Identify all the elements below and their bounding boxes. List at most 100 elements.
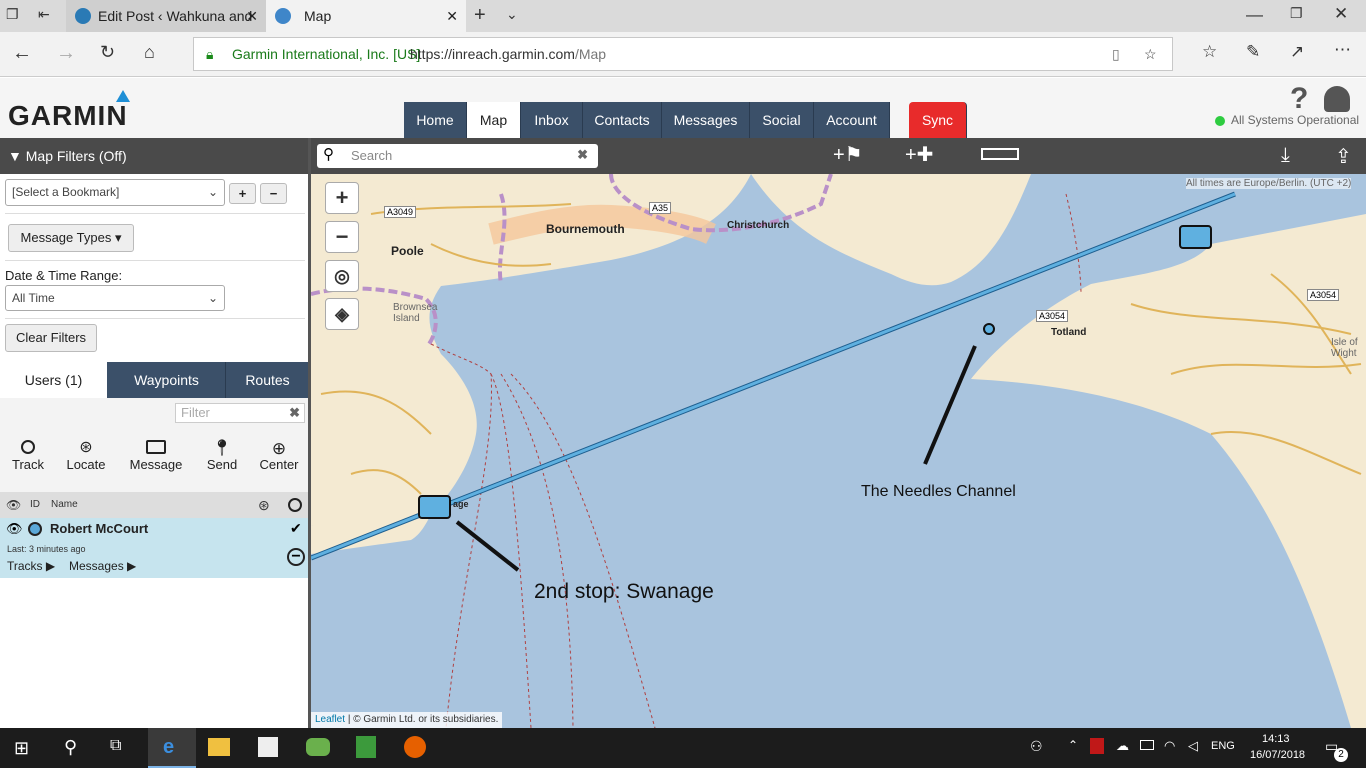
ruler-icon[interactable]	[981, 148, 1019, 160]
nav-inbox[interactable]: Inbox	[521, 102, 583, 138]
tab-map[interactable]: Map ✕	[266, 0, 466, 32]
message-types-label: Message Types	[20, 230, 112, 245]
hampshire-coast	[751, 174, 1031, 286]
map-filters-header[interactable]: ▼ Map Filters (Off)	[0, 138, 308, 174]
share-icon[interactable]: ↗	[1290, 42, 1304, 62]
center-action[interactable]: ⊕ Center	[256, 440, 302, 472]
sync-button[interactable]: Sync	[909, 102, 967, 138]
reading-view-icon[interactable]: ▯	[1112, 38, 1120, 70]
track-point-icon[interactable]	[983, 323, 995, 335]
date-range-select[interactable]: All Time ⌄	[5, 285, 225, 311]
remove-user-icon[interactable]: −	[287, 548, 305, 566]
address-bar[interactable]: 🔒︎ Garmin International, Inc. [US] https…	[193, 37, 1173, 71]
nav-social[interactable]: Social	[750, 102, 814, 138]
home-icon[interactable]: ⌂	[144, 42, 155, 63]
message-marker-icon[interactable]	[418, 495, 451, 519]
tab-list-icon[interactable]: ❐	[6, 6, 19, 23]
leaflet-link[interactable]: Leaflet	[315, 714, 345, 725]
visibility-eye-icon[interactable]: 👁︎	[6, 521, 23, 537]
clock-time[interactable]: 14:13	[1262, 733, 1290, 745]
language-indicator[interactable]: ENG	[1211, 740, 1235, 752]
remove-bookmark-icon[interactable]: −	[260, 183, 287, 204]
help-icon[interactable]: ?	[1290, 82, 1308, 116]
close-tab-icon[interactable]: ✕	[446, 0, 458, 32]
map-search-input[interactable]: ⚲ Search ✖	[317, 144, 598, 168]
nav-account[interactable]: Account	[814, 102, 890, 138]
store-icon[interactable]	[258, 737, 278, 757]
locate-action[interactable]: ⊛ Locate	[62, 440, 110, 473]
zoom-out-button[interactable]: −	[325, 221, 359, 253]
tracks-link[interactable]: Tracks ▶	[7, 559, 55, 573]
task-view-icon[interactable]: ⧉	[110, 737, 121, 755]
firefox-icon[interactable]	[404, 736, 426, 758]
messages-link[interactable]: Messages ▶	[69, 559, 136, 573]
antivirus-icon[interactable]	[1090, 738, 1104, 754]
sync-status-icon[interactable]: ☁	[1116, 738, 1129, 754]
favorite-star-icon[interactable]: ☆	[1144, 38, 1157, 70]
more-icon[interactable]: ⋯	[1334, 40, 1351, 60]
close-tab-icon[interactable]: ✕	[246, 0, 258, 32]
clear-filter-icon[interactable]: ✖	[289, 404, 300, 422]
add-bookmark-icon[interactable]: +	[229, 183, 256, 204]
forward-icon[interactable]: →	[56, 42, 76, 65]
tab-edit-post[interactable]: Edit Post ‹ Wahkuna and Gü ✕	[66, 0, 266, 56]
checkmark-icon[interactable]: ✔	[290, 520, 302, 537]
tab-dropdown-icon[interactable]: ⌄	[506, 6, 518, 23]
my-location-icon[interactable]: ◎	[325, 260, 359, 292]
add-waypoint-icon[interactable]: +✚	[905, 142, 933, 167]
ferry-route	[1065, 193, 1082, 295]
tab-waypoints[interactable]: Waypoints	[108, 362, 226, 398]
place-swanage-partial: age	[453, 499, 469, 509]
notes-app-icon[interactable]	[356, 736, 376, 758]
favorites-icon[interactable]: ☆	[1202, 42, 1217, 62]
minimize-icon[interactable]: —	[1246, 5, 1263, 25]
messages-label: Messages	[69, 559, 124, 573]
user-filter-input[interactable]: Filter ✖	[175, 403, 305, 423]
user-row[interactable]: 👁︎ Robert McCourt ✔ Last: 3 minutes ago …	[0, 518, 308, 578]
locate-all-icon[interactable]: ⊛	[258, 492, 270, 518]
search-icon[interactable]: ⚲	[64, 737, 77, 758]
clock-date[interactable]: 16/07/2018	[1250, 749, 1305, 761]
notes-pen-icon[interactable]: ✎	[1246, 42, 1260, 62]
show-hidden-icons-icon[interactable]: ⌃	[1068, 738, 1078, 752]
track-action[interactable]: Track	[8, 440, 48, 472]
edge-taskbar-icon[interactable]: e	[148, 728, 196, 768]
tab-routes[interactable]: Routes	[227, 362, 308, 398]
volume-icon[interactable]: ◁	[1188, 738, 1198, 754]
cloud-app-icon[interactable]	[306, 738, 330, 756]
refresh-icon[interactable]: ↻	[100, 42, 115, 63]
track-all-icon[interactable]	[288, 498, 302, 512]
message-action[interactable]: Message	[126, 440, 186, 472]
clear-filters-button[interactable]: Clear Filters	[5, 324, 97, 352]
layers-icon[interactable]: ◈	[325, 298, 359, 330]
back-icon[interactable]: ←	[12, 42, 32, 65]
battery-icon[interactable]	[1140, 740, 1154, 750]
send-action[interactable]: 📍︎ Send	[202, 440, 242, 472]
export-icon[interactable]: ⇪	[1335, 144, 1352, 169]
clear-search-icon[interactable]: ✖	[577, 147, 588, 163]
wifi-icon[interactable]: ◠	[1164, 738, 1175, 754]
map-canvas[interactable]: All times are Europe/Berlin. (UTC +2) Po…	[311, 174, 1366, 728]
nav-messages[interactable]: Messages	[662, 102, 750, 138]
add-flag-icon[interactable]: +⚑	[833, 142, 863, 167]
close-window-icon[interactable]: ✕	[1334, 4, 1348, 24]
zoom-in-button[interactable]: +	[325, 182, 359, 214]
people-icon[interactable]: ⚇	[1030, 738, 1043, 755]
nav-home[interactable]: Home	[404, 102, 467, 138]
tab-users[interactable]: Users (1)	[0, 362, 107, 398]
download-icon[interactable]: ⤓	[1281, 144, 1290, 167]
user-name[interactable]: Robert McCourt	[50, 521, 148, 536]
maximize-icon[interactable]: ❐	[1290, 5, 1303, 22]
nav-map[interactable]: Map	[467, 102, 521, 138]
new-tab-icon[interactable]: +	[474, 4, 486, 27]
file-explorer-icon[interactable]	[208, 738, 230, 756]
set-aside-tabs-icon[interactable]: ⇤	[38, 6, 50, 23]
garmin-logo[interactable]: GARMIN	[8, 100, 128, 132]
nav-contacts[interactable]: Contacts	[583, 102, 662, 138]
message-marker-icon[interactable]	[1179, 225, 1212, 249]
message-types-button[interactable]: Message Types ▾	[8, 224, 134, 252]
windows-start-icon[interactable]: ⊞	[14, 738, 29, 759]
visibility-eye-icon[interactable]: 👁︎	[6, 492, 21, 518]
bookmark-select[interactable]: [Select a Bookmark] ⌄	[5, 179, 225, 206]
user-account-icon[interactable]	[1324, 86, 1350, 112]
